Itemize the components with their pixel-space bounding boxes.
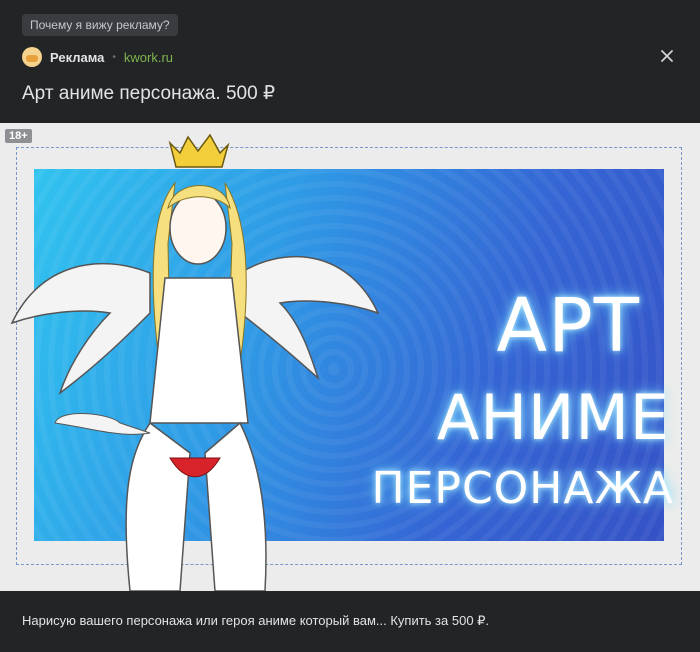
ad-description[interactable]: Нарисую вашего персонажа или героя аниме… [22, 613, 489, 629]
post-title[interactable]: Арт аниме персонажа. 500 ₽ [22, 82, 275, 105]
domain-link[interactable]: kwork.ru [124, 50, 173, 65]
banner-headline-line2: АНИМЕ [436, 381, 670, 454]
ad-header: Реклама • kwork.ru [22, 46, 173, 68]
source-name[interactable]: Реклама [50, 50, 104, 65]
ad-banner-image[interactable]: 18+ АРТ АНИМЕ ПЕРСОНАЖА [0, 123, 700, 591]
why-ad-button[interactable]: Почему я вижу рекламу? [22, 14, 178, 36]
avatar[interactable] [22, 47, 42, 67]
close-icon[interactable] [660, 46, 674, 68]
banner-headline-line3: ПЕРСОНАЖА [371, 463, 674, 514]
banner-headline-line1: АРТ [496, 283, 640, 369]
separator-dot: • [112, 51, 116, 63]
age-rating-badge: 18+ [5, 129, 32, 143]
